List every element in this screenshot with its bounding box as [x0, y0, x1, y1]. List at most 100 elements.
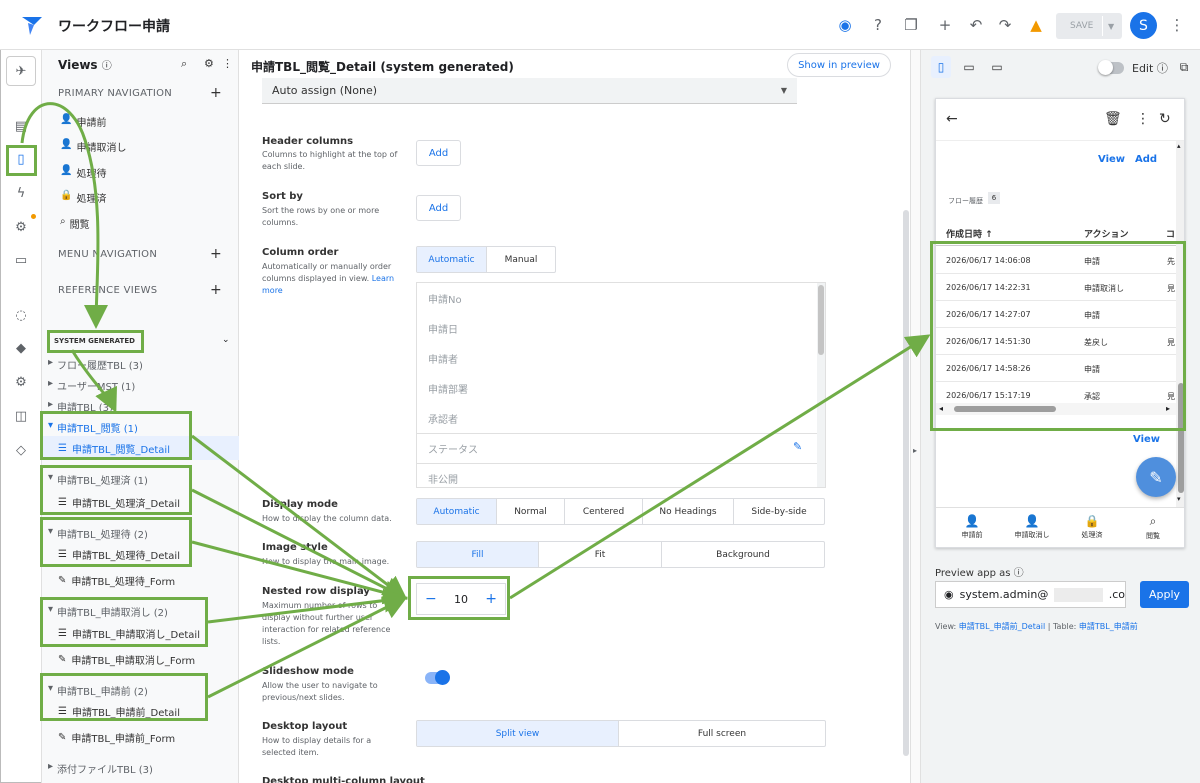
more-vert-icon[interactable]: ⋮ [1136, 111, 1150, 127]
nav-item[interactable]: 👤 申請取消し [60, 139, 126, 154]
tree-item[interactable]: ▸ ユーザーMST (1) [48, 378, 135, 393]
preview-eye-icon[interactable]: ◉ [834, 14, 856, 36]
scroll-left-icon[interactable]: ◂ [939, 404, 943, 413]
phone-v-scrollbar[interactable]: ▴ ▾ [1176, 141, 1184, 507]
table-row[interactable]: 2026/06/17 14:51:30 差戻し 見 [936, 328, 1184, 355]
display-mode-automatic[interactable]: Automatic [417, 499, 497, 524]
phone-device-icon[interactable]: ▯ [931, 56, 951, 78]
deploy-icon[interactable]: ✈ [11, 61, 31, 81]
security-icon[interactable]: ◆ [11, 338, 31, 358]
table-header[interactable]: アクション [1084, 227, 1129, 240]
nav-item[interactable]: 👤 申請前 [60, 114, 106, 129]
desktop-layout-split[interactable]: Split view [417, 721, 619, 746]
tree-item[interactable]: ▾ 申請TBL_閲覧 (1) [48, 420, 138, 435]
copy-icon[interactable]: ❐ [900, 14, 922, 36]
tree-child-item[interactable]: ✎ 申請TBL_申請前_Form [58, 730, 175, 745]
add-link[interactable]: Add [1135, 154, 1157, 165]
table-header[interactable]: 作成日時 ↑ [946, 227, 993, 240]
monitor-icon[interactable]: ◫ [11, 406, 31, 426]
search-icon[interactable]: ⌕ [181, 57, 187, 71]
table-header[interactable]: コ [1166, 227, 1175, 240]
tree-item[interactable]: ▸ 申請TBL (3) [48, 399, 113, 414]
chevron-down-icon[interactable]: ⌄ [222, 335, 230, 345]
column-item[interactable]: 承認者 [417, 403, 825, 433]
tree-child-item[interactable]: ☰ 申請TBL_申請前_Detail [58, 704, 180, 719]
save-dropdown-icon[interactable]: ▼ [1108, 22, 1114, 31]
column-item[interactable]: 申請部署 [417, 373, 825, 403]
display-mode-no-headings[interactable]: No Headings [643, 499, 734, 524]
tree-item[interactable]: ▾ 申請TBL_申請取消し (2) [48, 604, 168, 619]
apply-button[interactable]: Apply [1140, 581, 1189, 608]
view-link[interactable]: View [1133, 434, 1160, 445]
scroll-down-icon[interactable]: ▾ [1177, 495, 1181, 503]
add-reference-icon[interactable]: + [210, 282, 222, 298]
nav-item[interactable]: 👤 処理待 [60, 165, 106, 180]
show-in-preview-button[interactable]: Show in preview [787, 53, 891, 77]
open-external-icon[interactable]: ⧉ [1175, 58, 1193, 76]
actions-icon[interactable]: ϟ [11, 183, 31, 203]
scrollbar-thumb[interactable] [954, 406, 1056, 412]
tree-child-item[interactable]: ☰ 申請TBL_処理済_Detail [58, 495, 180, 510]
pencil-icon[interactable]: ✎ [793, 440, 802, 453]
table-name-link[interactable]: 申請TBL_申請前 [1079, 622, 1138, 631]
column-item[interactable]: 非公開 [417, 463, 825, 487]
bottom-nav-item[interactable]: ⌕ 閲覧 [1122, 514, 1184, 541]
table-h-scrollbar[interactable]: ◂ ▸ [936, 403, 1181, 415]
nav-item[interactable]: 🔒 処理済 [60, 190, 106, 205]
refresh-icon[interactable]: ↻ [1159, 111, 1171, 127]
column-order-automatic[interactable]: Automatic [417, 247, 487, 272]
display-mode-normal[interactable]: Normal [497, 499, 565, 524]
back-arrow-icon[interactable]: ← [946, 111, 958, 127]
decrement-button[interactable]: − [425, 591, 437, 607]
image-style-fit[interactable]: Fit [539, 542, 662, 567]
column-list-scrollbar[interactable] [817, 283, 825, 487]
desktop-layout-full[interactable]: Full screen [619, 721, 825, 746]
tree-item[interactable]: ▾ 申請TBL_処理待 (2) [48, 526, 148, 541]
bottom-nav-item[interactable]: 👤 申請取消し [1001, 514, 1063, 540]
auto-assign-select[interactable]: Auto assign (None) ▼ [262, 78, 797, 104]
table-row[interactable]: 2026/06/17 14:27:07 申請 [936, 301, 1184, 328]
nav-item[interactable]: ⌕ 閲覧 [60, 216, 90, 231]
bottom-nav-item[interactable]: 🔒 処理済 [1061, 514, 1123, 540]
scroll-up-icon[interactable]: ▴ [1177, 142, 1181, 150]
tree-item[interactable]: ▾ 申請TBL_処理済 (1) [48, 472, 148, 487]
more-vert-icon[interactable]: ⋮ [222, 57, 233, 70]
help-icon[interactable]: ? [867, 14, 889, 36]
table-row[interactable]: 2026/06/17 14:22:31 申請取消し 見 [936, 274, 1184, 301]
gear-icon[interactable]: ⚙ [204, 57, 214, 70]
view-link[interactable]: View [1098, 154, 1125, 165]
sort-by-add-button[interactable]: Add [416, 195, 461, 221]
tree-child-item[interactable]: ☰ 申請TBL_処理待_Detail [58, 547, 180, 562]
idea-icon[interactable]: ◌ [11, 305, 31, 325]
trash-icon[interactable]: 🗑 [1104, 111, 1122, 127]
info-icon[interactable]: ⓘ [1157, 62, 1168, 75]
increment-button[interactable]: + [485, 591, 497, 607]
view-name-link[interactable]: 申請TBL_申請前_Detail [959, 622, 1045, 631]
tree-child-item[interactable]: ✎ 申請TBL_申請取消し_Form [58, 652, 195, 667]
bottom-nav-item[interactable]: 👤 申請前 [941, 514, 1003, 540]
column-item[interactable]: 申請日 [417, 313, 825, 343]
tree-child-item[interactable]: ✎ 申請TBL_処理待_Form [58, 573, 175, 588]
more-vert-icon[interactable]: ⋮ [1166, 14, 1188, 36]
chat-icon[interactable]: ▭ [11, 250, 31, 270]
avatar[interactable]: S [1130, 12, 1157, 39]
save-button[interactable]: SAVE ▼ [1056, 13, 1122, 39]
display-mode-side-by-side[interactable]: Side-by-side [734, 499, 824, 524]
column-order-manual[interactable]: Manual [487, 247, 555, 272]
image-style-fill[interactable]: Fill [417, 542, 539, 567]
slideshow-toggle[interactable] [425, 670, 450, 685]
nested-row-value[interactable]: 10 [454, 593, 468, 606]
automation-icon[interactable]: ⚙ [11, 217, 31, 237]
edit-toggle[interactable] [1098, 60, 1124, 75]
preview-as-input[interactable]: ◉ system.admin@ .co [935, 581, 1126, 608]
tree-child-item[interactable]: ☰ 申請TBL_閲覧_Detail [42, 436, 239, 460]
desktop-device-icon[interactable]: ▭ [988, 58, 1006, 76]
settings-icon[interactable]: ⚙ [11, 372, 31, 392]
scrollbar-thumb[interactable] [818, 285, 824, 355]
main-scrollbar[interactable] [903, 210, 909, 756]
add-primary-icon[interactable]: + [210, 85, 222, 101]
column-item[interactable]: 申請No [417, 283, 825, 313]
tree-item[interactable]: ▸ 添付ファイルTBL (3) [48, 761, 153, 776]
warning-icon[interactable]: ▲ [1025, 14, 1047, 36]
column-item[interactable]: ステータス [417, 433, 825, 463]
